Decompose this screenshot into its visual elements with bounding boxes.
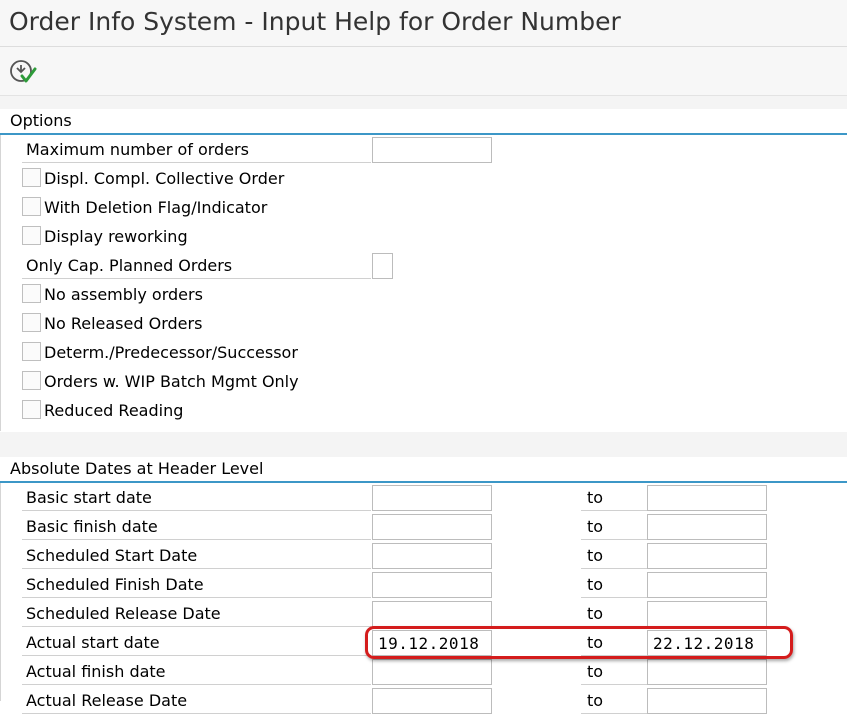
divider: [631, 601, 648, 627]
to-label: to: [581, 543, 631, 569]
date-to-input[interactable]: [647, 543, 767, 569]
date-to-input[interactable]: [647, 572, 767, 598]
divider: [631, 485, 648, 511]
checkbox[interactable]: [22, 168, 41, 187]
options-section-header: Options: [0, 109, 847, 135]
date-to-input[interactable]: 22.12.2018: [647, 630, 767, 656]
window-title-bar: Order Info System - Input Help for Order…: [0, 0, 847, 47]
spacer: [0, 432, 847, 457]
toolbar: [0, 47, 847, 96]
divider: [631, 659, 648, 685]
date-range-label: Actual Release Date: [22, 688, 371, 714]
checkbox-label: Reduced Reading: [44, 401, 184, 420]
date-to-input[interactable]: [647, 659, 767, 685]
dates-group: Basic start date to Basic finish date to…: [0, 483, 847, 714]
dates-section-header: Absolute Dates at Header Level: [0, 457, 847, 483]
date-from-input[interactable]: [372, 485, 492, 511]
max-orders-input[interactable]: [372, 137, 492, 163]
date-range-row: Actual Release Date to: [1, 687, 847, 716]
checkbox[interactable]: [22, 342, 41, 361]
checkbox-label: Orders w. WIP Batch Mgmt Only: [44, 372, 299, 391]
date-range-label: Scheduled Finish Date: [22, 572, 371, 598]
date-range-row: Scheduled Release Date to: [1, 600, 847, 629]
spacer: [0, 96, 847, 109]
checkbox[interactable]: [22, 313, 41, 332]
checkbox-label: Display reworking: [44, 227, 188, 246]
to-label: to: [581, 485, 631, 511]
checkbox-row: No Released Orders: [1, 310, 847, 339]
checkbox-row: With Deletion Flag/Indicator: [1, 194, 847, 223]
options-section-title: Options: [10, 111, 72, 130]
date-from-input[interactable]: [372, 572, 492, 598]
date-from-input[interactable]: [372, 514, 492, 540]
max-orders-row: Maximum number of orders: [1, 136, 847, 165]
checkbox-row: No assembly orders: [1, 281, 847, 310]
checkbox-label: With Deletion Flag/Indicator: [44, 198, 268, 217]
cap-planned-label: Only Cap. Planned Orders: [22, 253, 371, 279]
options-group: Maximum number of orders Displ. Compl. C…: [0, 135, 847, 431]
divider: [631, 572, 648, 598]
checkbox-row: Reduced Reading: [1, 397, 847, 426]
checkbox-row: Display reworking: [1, 223, 847, 252]
date-range-label: Basic start date: [22, 485, 371, 511]
checkbox-row: Determ./Predecessor/Successor: [1, 339, 847, 368]
checkbox-label: No Released Orders: [44, 314, 203, 333]
date-to-input[interactable]: [647, 688, 767, 714]
to-label: to: [581, 659, 631, 685]
date-range-label: Actual start date: [22, 630, 371, 656]
date-to-input[interactable]: [647, 485, 767, 511]
date-range-label: Scheduled Start Date: [22, 543, 371, 569]
checkbox-row: Orders w. WIP Batch Mgmt Only: [1, 368, 847, 397]
to-label: to: [581, 572, 631, 598]
checkbox[interactable]: [22, 226, 41, 245]
checkbox[interactable]: [22, 400, 41, 419]
checkbox-label: Determ./Predecessor/Successor: [44, 343, 298, 362]
dates-section-title: Absolute Dates at Header Level: [10, 459, 264, 478]
max-orders-label: Maximum number of orders: [22, 137, 371, 163]
divider: [631, 630, 648, 656]
date-range-label: Scheduled Release Date: [22, 601, 371, 627]
checkbox-label: No assembly orders: [44, 285, 203, 304]
checkbox[interactable]: [22, 371, 41, 390]
date-from-input[interactable]: [372, 543, 492, 569]
date-range-row: Actual finish date to: [1, 658, 847, 687]
divider: [631, 543, 648, 569]
divider: [631, 688, 648, 714]
date-range-row: Basic finish date to: [1, 513, 847, 542]
window-title: Order Info System - Input Help for Order…: [9, 7, 621, 36]
execute-button[interactable]: [8, 57, 38, 87]
checkbox[interactable]: [22, 197, 41, 216]
to-label: to: [581, 601, 631, 627]
to-label: to: [581, 630, 631, 656]
date-from-input[interactable]: 19.12.2018: [372, 630, 492, 656]
date-range-label: Basic finish date: [22, 514, 371, 540]
date-to-input[interactable]: [647, 601, 767, 627]
date-to-input[interactable]: [647, 514, 767, 540]
cap-planned-input[interactable]: [372, 253, 393, 279]
checkbox[interactable]: [22, 284, 41, 303]
date-range-row: Actual start date 19.12.2018 to 22.12.20…: [1, 629, 847, 658]
date-from-input[interactable]: [372, 601, 492, 627]
date-range-row: Scheduled Start Date to: [1, 542, 847, 571]
to-label: to: [581, 514, 631, 540]
date-range-row: Basic start date to: [1, 484, 847, 513]
date-from-input[interactable]: [372, 688, 492, 714]
date-from-input[interactable]: [372, 659, 492, 685]
date-range-row: Scheduled Finish Date to: [1, 571, 847, 600]
to-label: to: [581, 688, 631, 714]
checkbox-row: Displ. Compl. Collective Order: [1, 165, 847, 194]
date-range-label: Actual finish date: [22, 659, 371, 685]
checkbox-label: Displ. Compl. Collective Order: [44, 169, 285, 188]
cap-planned-row: Only Cap. Planned Orders: [1, 252, 847, 281]
divider: [631, 514, 648, 540]
execute-icon: [10, 60, 37, 83]
